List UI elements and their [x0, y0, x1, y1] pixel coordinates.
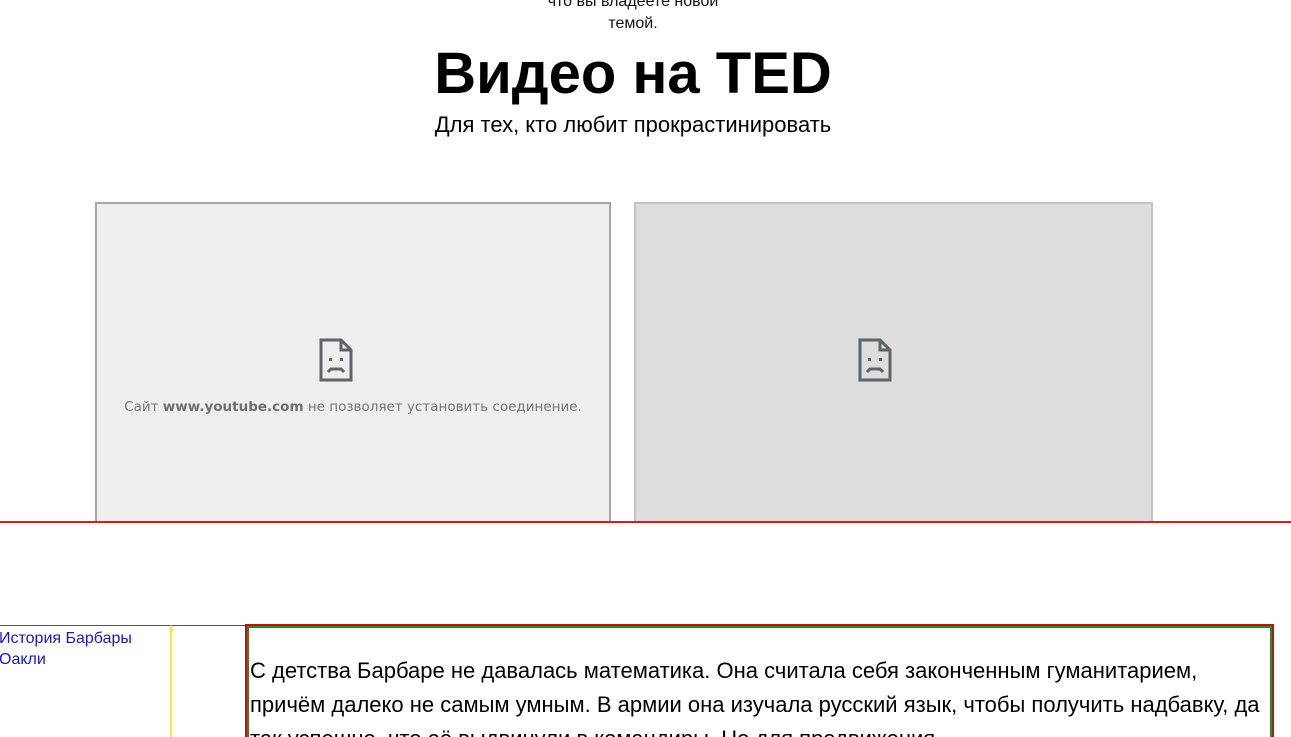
sidebar-top-rule [172, 625, 246, 626]
page-subtitle: Для тех, кто любит прокрастинировать [434, 112, 832, 137]
top-caption-line2: темой. [608, 15, 658, 32]
article-inner-frame: С детства Барбаре не давалась математика… [247, 626, 1272, 737]
section-divider [0, 521, 1291, 523]
top-caption: что вы владеете новой темой. [0, 0, 1266, 35]
video-embed-1[interactable]: Сайт www.youtube.com не позволяет устано… [95, 202, 611, 521]
error-prefix: Сайт [124, 399, 159, 415]
article-text: С детства Барбаре не давалась математика… [250, 658, 1260, 737]
sad-document-icon [858, 338, 892, 382]
sidebar-link-barbara-oakley[interactable]: История Барбары Оакли [0, 626, 170, 670]
page-title: Видео на TED [434, 41, 832, 106]
article-container: С детства Барбаре не давалась математика… [245, 624, 1274, 737]
error-host: www.youtube.com [162, 399, 304, 415]
page: что вы владеете новой темой. Видео на TE… [0, 0, 1291, 737]
video-embed-2[interactable] [634, 202, 1153, 521]
connection-error-message: Сайт www.youtube.com не позволяет устано… [97, 399, 609, 415]
sidebar: История Барбары Оакли [0, 625, 172, 737]
sad-document-icon [319, 338, 353, 382]
error-suffix: не позволяет установить соединение. [307, 399, 582, 415]
top-caption-line1: что вы владеете новой [547, 0, 719, 10]
